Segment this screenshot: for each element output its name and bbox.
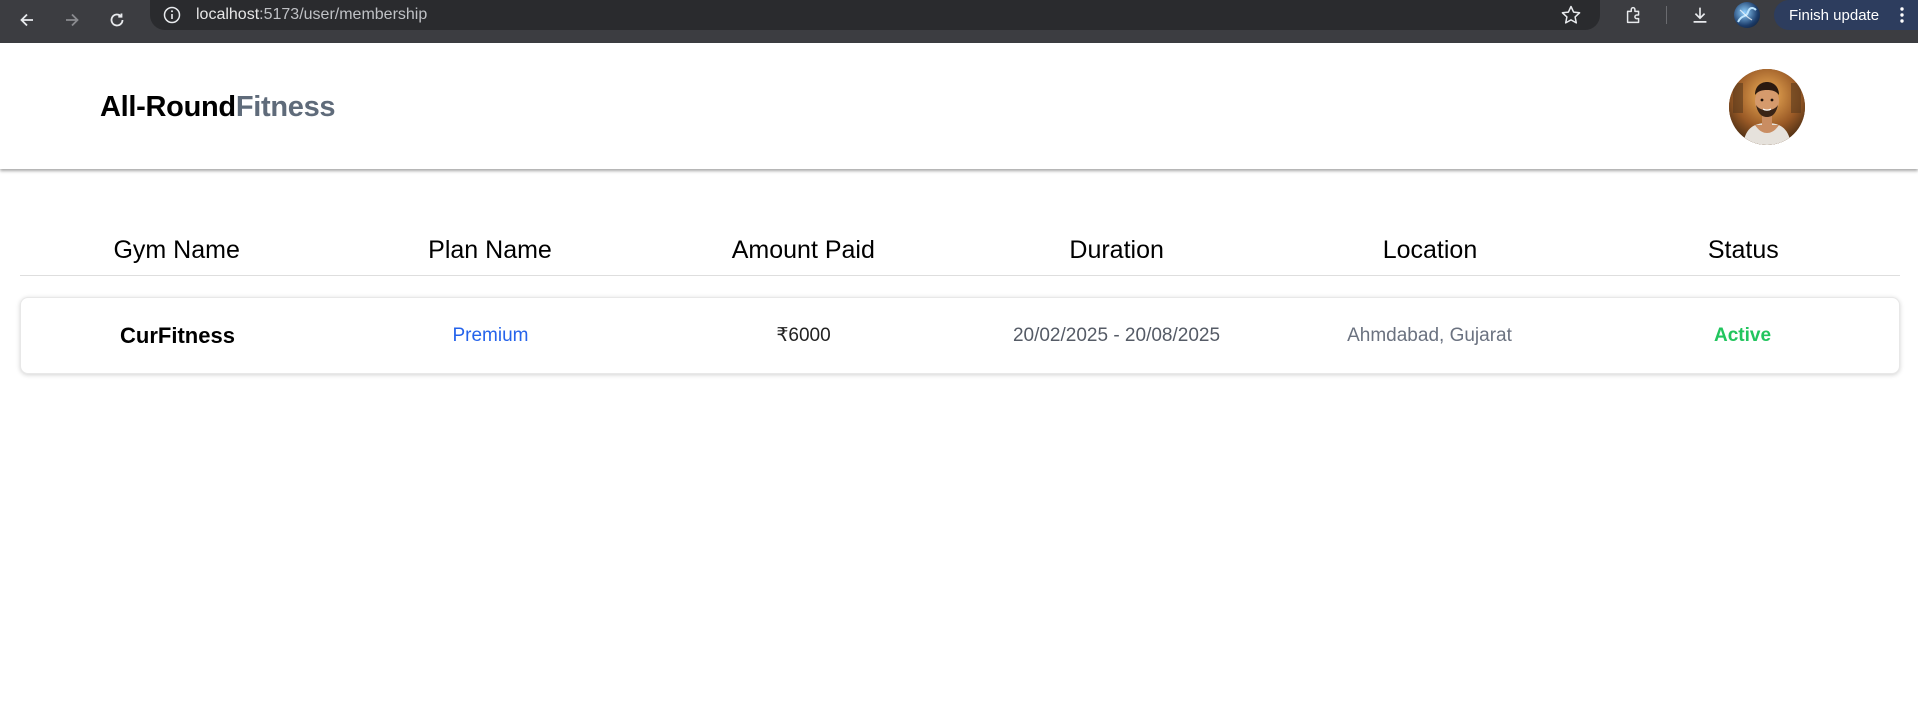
downloads-button[interactable]	[1688, 3, 1712, 27]
status-badge: Active	[1713, 324, 1772, 346]
brand-name-primary: All-Round	[100, 91, 236, 123]
cell-duration: 20/02/2025 - 20/08/2025	[1012, 324, 1221, 346]
finish-update-label: Finish update	[1789, 6, 1880, 24]
cell-location: Ahmdabad, Gujarat	[1347, 324, 1512, 346]
column-header-location: Location	[1382, 236, 1478, 264]
forward-button[interactable]	[54, 2, 90, 38]
membership-table-header: Gym Name Plan Name Amount Paid Duration …	[20, 228, 1900, 276]
cell-gym-name: CurFitness	[120, 322, 235, 348]
app-header: All-RoundFitness	[0, 43, 1918, 169]
column-header-duration: Duration	[1069, 236, 1164, 264]
brand-name-secondary: Fitness	[235, 91, 336, 123]
arrow-right-icon	[66, 13, 79, 27]
download-icon	[1693, 7, 1707, 23]
site-info-icon[interactable]	[162, 5, 182, 25]
url-path: :5173/user/membership	[259, 6, 428, 23]
url-text[interactable]: localhost:5173/user/membership	[196, 6, 427, 24]
profile-avatar-icon[interactable]	[1734, 2, 1760, 28]
puzzle-icon	[1626, 6, 1640, 24]
url-host: localhost	[196, 6, 260, 23]
arrow-left-icon	[20, 13, 33, 27]
column-header-status: Status	[1707, 236, 1779, 264]
cell-plan-name: Premium	[452, 324, 529, 346]
table-row: CurFitness Premium ₹6000 20/02/2025 - 20…	[20, 297, 1900, 374]
cell-amount-paid: ₹6000	[776, 325, 831, 346]
browser-toolbar: localhost:5173/user/membership Finish up…	[0, 0, 1918, 43]
finish-update-button[interactable]: Finish update	[1774, 0, 1918, 30]
toolbar-divider	[1666, 6, 1667, 24]
back-button[interactable]	[9, 2, 45, 38]
column-header-amount-paid: Amount Paid	[731, 236, 875, 264]
column-header-plan-name: Plan Name	[428, 236, 552, 264]
reload-button[interactable]	[99, 2, 135, 38]
user-avatar[interactable]	[1729, 69, 1805, 145]
reload-icon	[110, 13, 124, 27]
extensions-button[interactable]	[1622, 3, 1646, 27]
address-bar[interactable]: localhost:5173/user/membership	[150, 0, 1600, 30]
more-vert-icon	[1900, 7, 1904, 23]
bookmark-star-icon[interactable]	[1560, 4, 1582, 26]
avatar-image	[1729, 69, 1805, 145]
brand-logo[interactable]: All-RoundFitness	[100, 91, 336, 124]
column-header-gym-name: Gym Name	[113, 236, 240, 264]
